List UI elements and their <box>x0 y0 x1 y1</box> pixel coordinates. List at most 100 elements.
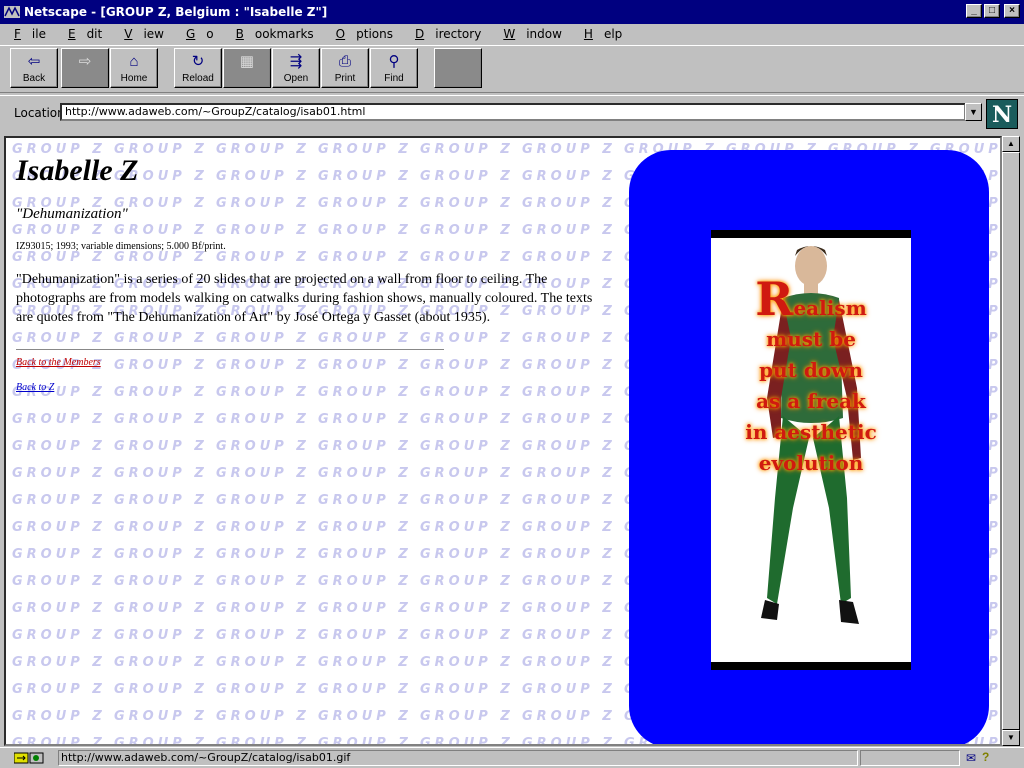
mail-icon[interactable]: ✉ <box>966 751 976 765</box>
watermark-tile: GROUP Z <box>420 709 514 724</box>
menu-help[interactable]: Help <box>574 27 634 41</box>
back-label: Back <box>22 73 46 84</box>
menu-options[interactable]: Options <box>326 27 405 41</box>
quote-initial: R <box>755 272 794 326</box>
netscape-logo[interactable]: N <box>986 99 1018 129</box>
watermark-tile: GROUP Z <box>318 709 412 724</box>
watermark-tile: GROUP Z <box>318 466 412 481</box>
menu-help-rest: elp <box>603 27 623 41</box>
page-body: Isabelle Z "Dehumanization" IZ93015; 199… <box>16 146 616 393</box>
watermark-tile: GROUP Z <box>318 412 412 427</box>
watermark-tile: GROUP Z <box>318 493 412 508</box>
title-bar: Netscape - [GROUP Z, Belgium : "Isabelle… <box>0 0 1024 24</box>
reload-button[interactable]: ↻ Reload <box>174 48 222 88</box>
home-label: Home <box>120 73 148 84</box>
location-dropdown-button[interactable]: ▼ <box>965 103 982 121</box>
watermark-tile: GROUP Z <box>420 655 514 670</box>
menu-go[interactable]: Go <box>176 27 226 41</box>
watermark-tile: GROUP Z <box>12 493 106 508</box>
watermark-tile: GROUP Z <box>216 682 310 697</box>
find-button[interactable]: ⚲ Find <box>370 48 418 88</box>
progress-pane <box>860 750 960 766</box>
watermark-tile: GROUP Z <box>522 466 616 481</box>
watermark-tile: GROUP Z <box>522 493 616 508</box>
artwork-frame: Realism must be put down as a freak in a… <box>629 150 989 744</box>
status-bar: http://www.adaweb.com/~GroupZ/catalog/is… <box>0 747 1024 768</box>
back-button[interactable]: ⇦ Back <box>10 48 58 88</box>
back-to-z-link[interactable]: Back to Z <box>16 382 616 393</box>
security-key-icon[interactable] <box>14 751 44 765</box>
watermark-tile: GROUP Z <box>522 439 616 454</box>
menu-edit-rest: dit <box>86 27 103 41</box>
watermark-tile: GROUP Z <box>420 520 514 535</box>
watermark-tile: GROUP Z <box>318 736 412 746</box>
menu-bookmarks-rest: ookmarks <box>254 27 314 41</box>
work-metadata: IZ93015; 1993; variable dimensions; 5.00… <box>16 241 226 252</box>
menu-bookmarks[interactable]: Bookmarks <box>226 27 326 41</box>
netscape-app-icon[interactable] <box>4 4 20 20</box>
watermark-tile: GROUP Z <box>114 439 208 454</box>
work-description: "Dehumanization" is a series of 20 slide… <box>16 272 593 325</box>
watermark-tile: GROUP Z <box>216 439 310 454</box>
watermark-tile: GROUP Z <box>216 412 310 427</box>
menu-help-accel: H <box>583 27 593 41</box>
watermark-tile: GROUP Z <box>114 682 208 697</box>
watermark-tile: GROUP Z <box>420 736 514 746</box>
window-title: Netscape - [GROUP Z, Belgium : "Isabelle… <box>24 5 328 19</box>
quote-line-2: must be <box>766 327 856 351</box>
menu-directory[interactable]: Directory <box>405 27 493 41</box>
open-button[interactable]: ⇶ Open <box>272 48 320 88</box>
watermark-tile: GROUP Z <box>318 520 412 535</box>
home-button[interactable]: ⌂ Home <box>110 48 158 88</box>
menu-view-accel: V <box>124 27 133 41</box>
menu-view[interactable]: View <box>114 27 176 41</box>
forward-button[interactable]: ⇨ <box>61 48 109 88</box>
help-icon[interactable]: ? <box>982 750 989 764</box>
watermark-tile: GROUP Z <box>420 601 514 616</box>
watermark-tile: GROUP Z <box>12 574 106 589</box>
watermark-tile: GROUP Z <box>318 601 412 616</box>
watermark-tile: GROUP Z <box>12 682 106 697</box>
status-text: http://www.adaweb.com/~GroupZ/catalog/is… <box>58 750 858 766</box>
print-button[interactable]: ⎙ Print <box>321 48 369 88</box>
minimize-button[interactable]: _ <box>966 4 982 18</box>
watermark-tile: GROUP Z <box>114 628 208 643</box>
reload-icon: ↻ <box>191 53 205 70</box>
menu-window-accel: W <box>503 27 516 41</box>
location-input[interactable]: http://www.adaweb.com/~GroupZ/catalog/is… <box>60 103 966 121</box>
menu-window[interactable]: Window <box>493 27 574 41</box>
scroll-thumb[interactable] <box>1002 152 1020 730</box>
find-label: Find <box>384 73 404 84</box>
watermark-tile: GROUP Z <box>318 628 412 643</box>
watermark-tile: GROUP Z <box>114 655 208 670</box>
open-icon: ⇶ <box>289 53 303 70</box>
vertical-scrollbar[interactable]: ▲ ▼ <box>1002 136 1020 746</box>
watermark-tile: GROUP Z <box>114 547 208 562</box>
watermark-tile: GROUP Z <box>12 547 106 562</box>
divider <box>16 349 444 351</box>
watermark-tile: GROUP Z <box>114 736 208 746</box>
watermark-tile: GROUP Z <box>420 547 514 562</box>
stop-button[interactable] <box>434 48 482 88</box>
maximize-button[interactable]: □ <box>984 4 1000 18</box>
watermark-tile: GROUP Z <box>216 655 310 670</box>
images-button[interactable]: ▦ <box>223 48 271 88</box>
forward-arrow-icon: ⇨ <box>78 53 92 70</box>
back-to-members-link[interactable]: Back to the Members <box>16 357 616 368</box>
watermark-tile: GROUP Z <box>522 628 616 643</box>
watermark-tile: GROUP Z <box>12 655 106 670</box>
watermark-tile: GROUP Z <box>216 736 310 746</box>
scroll-up-button[interactable]: ▲ <box>1002 136 1020 152</box>
back-arrow-icon: ⇦ <box>27 53 41 70</box>
watermark-tile: GROUP Z <box>522 709 616 724</box>
quote-line-1-rest: ealism <box>793 296 867 320</box>
close-button[interactable]: × <box>1004 4 1020 18</box>
watermark-tile: GROUP Z <box>12 709 106 724</box>
quote-line-1: Realism <box>711 276 911 324</box>
work-title: "Dehumanization" <box>16 206 128 222</box>
menu-edit[interactable]: Edit <box>58 27 114 41</box>
scroll-down-button[interactable]: ▼ <box>1002 730 1020 746</box>
menu-file[interactable]: File <box>4 27 58 41</box>
watermark-tile: GROUP Z <box>522 736 616 746</box>
watermark-tile: GROUP Z <box>216 574 310 589</box>
